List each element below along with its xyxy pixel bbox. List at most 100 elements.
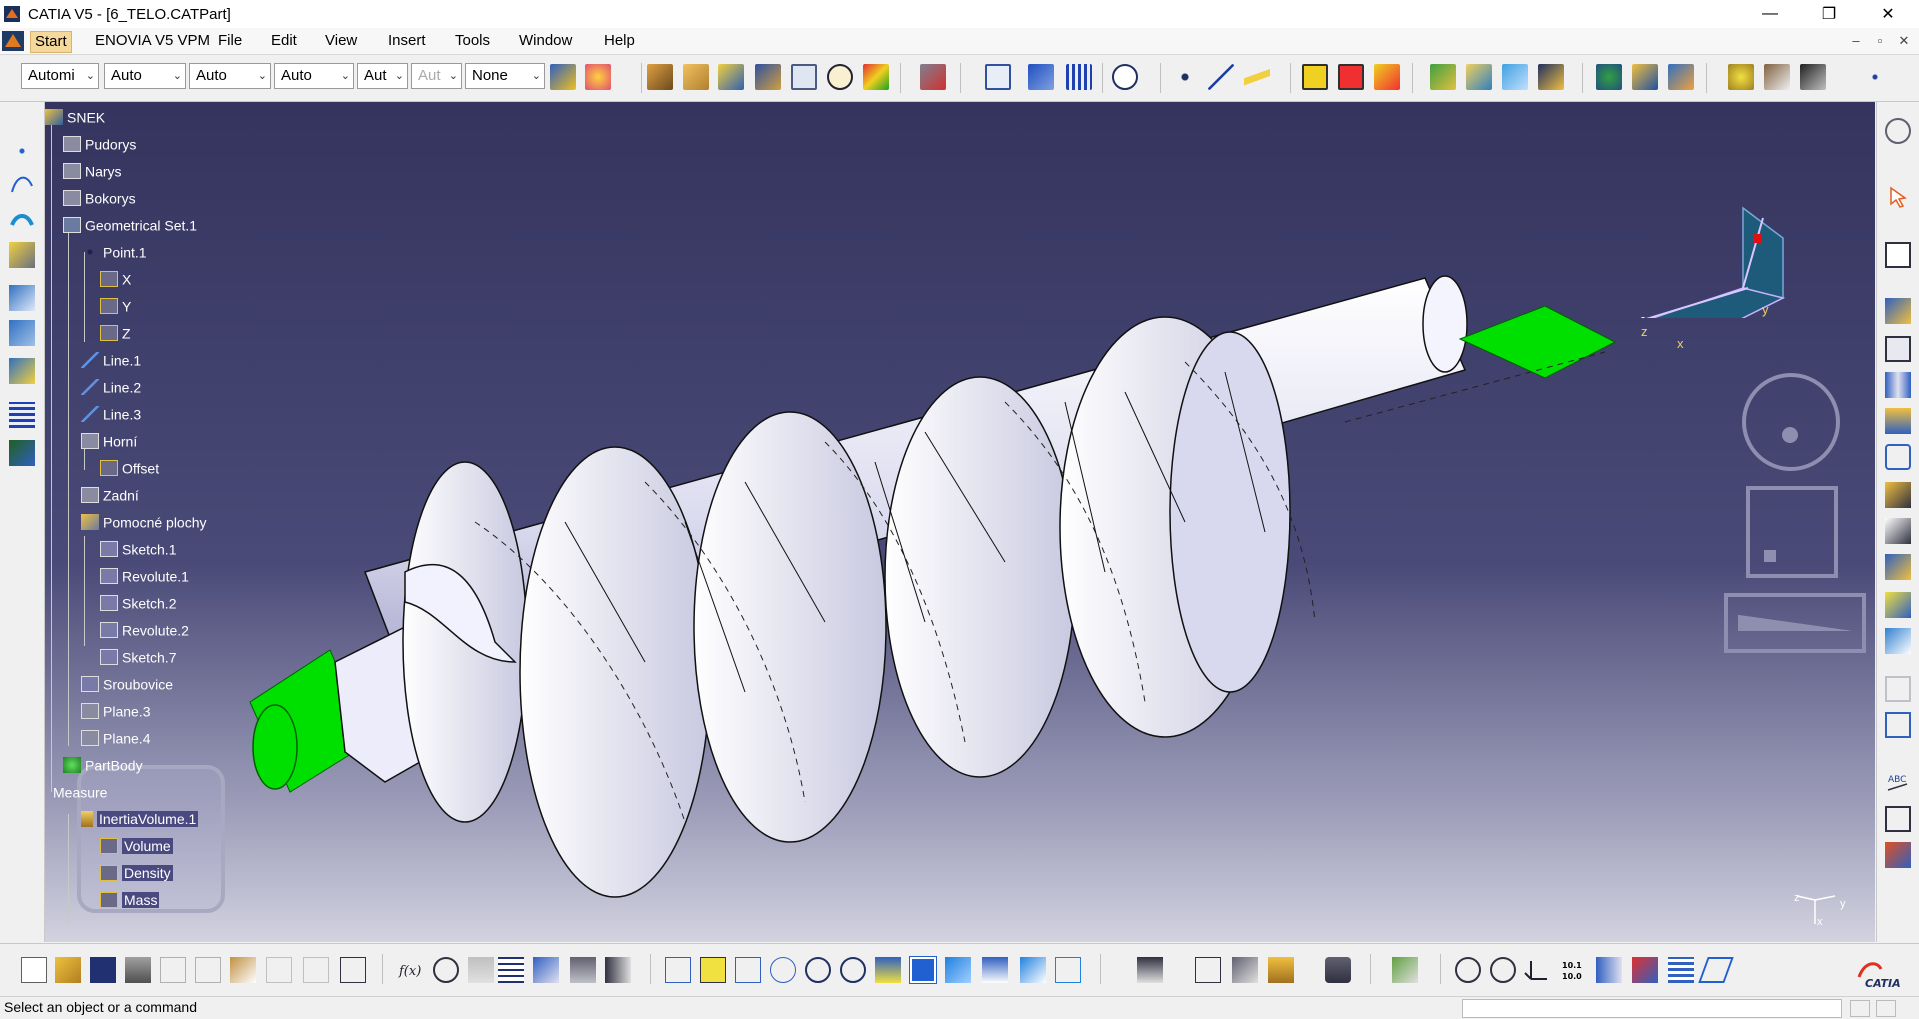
tree-node-y[interactable]: Y xyxy=(100,295,131,315)
shading-mode-icon[interactable] xyxy=(982,957,1008,983)
toolbar-overflow-icon[interactable] xyxy=(1862,64,1888,90)
tree-node-plane-3[interactable]: Plane.3 xyxy=(81,700,150,720)
tree-node-density[interactable]: Density xyxy=(100,862,173,882)
point-icon[interactable] xyxy=(1172,64,1198,90)
tree-node-line-1[interactable]: Line.1 xyxy=(81,349,141,369)
tree-node-horni[interactable]: Horní xyxy=(81,430,137,450)
isometric-view-icon[interactable] xyxy=(945,957,971,983)
stack-icon[interactable] xyxy=(1668,957,1694,983)
tree-node-offset[interactable]: Offset xyxy=(100,457,159,477)
tree-node-zadni[interactable]: Zadní xyxy=(81,484,139,504)
restore-button[interactable]: ❐ xyxy=(1806,0,1852,28)
menu-edit[interactable]: Edit xyxy=(267,31,301,51)
swap-visible-space-icon[interactable] xyxy=(1055,957,1081,983)
tree-node-sketch-2[interactable]: Sketch.2 xyxy=(100,592,176,612)
3d-viewport[interactable]: z y x z y x SNEK Pudorys Narys Bokorys G… xyxy=(45,102,1875,942)
design-table-icon[interactable] xyxy=(1668,64,1694,90)
print-icon[interactable] xyxy=(125,957,151,983)
lock-icon[interactable] xyxy=(570,957,596,983)
knowledge-formula-icon[interactable] xyxy=(1596,64,1622,90)
grid-icon[interactable] xyxy=(1066,64,1092,90)
normal-view-icon[interactable] xyxy=(875,957,901,983)
sketch-point-icon[interactable] xyxy=(9,138,35,164)
hole-feature-icon[interactable] xyxy=(9,285,35,311)
tree-node-plane-4[interactable]: Plane.4 xyxy=(81,727,150,747)
color-combo[interactable]: Automi ⌄ xyxy=(21,63,99,89)
list-icon[interactable] xyxy=(605,957,631,983)
menu-enovia[interactable]: ENOVIA V5 VPM xyxy=(91,31,214,51)
zoom-in-icon[interactable] xyxy=(805,957,831,983)
parameter-lock-icon[interactable] xyxy=(468,957,494,983)
grid-snap-icon[interactable] xyxy=(9,402,35,428)
select-arrow-icon[interactable] xyxy=(1885,184,1911,210)
status-button-1[interactable] xyxy=(1850,1000,1870,1017)
paste-icon[interactable] xyxy=(230,957,256,983)
hole-icon[interactable] xyxy=(791,64,817,90)
tree-node-sketch-1[interactable]: Sketch.1 xyxy=(100,538,176,558)
capture-icon[interactable] xyxy=(1325,957,1351,983)
sketch-edit-icon[interactable] xyxy=(1885,242,1911,268)
catia-document-icon[interactable] xyxy=(2,31,24,51)
cylinder-icon[interactable] xyxy=(1596,957,1622,983)
tree-node-line-2[interactable]: Line.2 xyxy=(81,376,141,396)
point-constructor-icon[interactable] xyxy=(827,64,853,90)
undo-icon[interactable] xyxy=(266,957,292,983)
tree-node-point-1[interactable]: Point.1 xyxy=(81,241,147,261)
fit-all-icon[interactable] xyxy=(1112,64,1138,90)
tree-node-volume[interactable]: Volume xyxy=(100,835,173,855)
tree-node-inertiavolume-1[interactable]: InertiaVolume.1 xyxy=(81,808,199,828)
line-thickness-combo[interactable]: Auto ⌄ xyxy=(189,63,271,89)
pan-navigation-icon[interactable] xyxy=(1724,593,1866,653)
tree-expansion-icon[interactable] xyxy=(1538,64,1564,90)
measure-item-icon[interactable] xyxy=(1232,957,1258,983)
dimension-icon[interactable] xyxy=(1885,842,1911,868)
apply-material-icon[interactable] xyxy=(1800,64,1826,90)
measure-inertia-bottom-icon[interactable] xyxy=(1268,957,1294,983)
compass-icon[interactable] xyxy=(1593,168,1803,318)
flag-note-icon[interactable] xyxy=(1885,806,1911,832)
geometrical-set-insert-icon[interactable] xyxy=(1466,64,1492,90)
insert-body-icon[interactable] xyxy=(1430,64,1456,90)
graphic-properties-icon[interactable] xyxy=(585,64,611,90)
cut-icon[interactable] xyxy=(160,957,186,983)
formula-icon[interactable]: f(x) xyxy=(398,957,424,983)
plane-icon[interactable] xyxy=(1244,64,1270,90)
menu-insert[interactable]: Insert xyxy=(384,31,430,51)
pocket-icon[interactable] xyxy=(683,64,709,90)
tree-node-pomocne-plochy[interactable]: Pomocné plochy xyxy=(81,511,207,531)
hide-show-icon[interactable] xyxy=(1020,957,1046,983)
axis-system-icon[interactable] xyxy=(1523,957,1549,983)
multi-view-icon[interactable] xyxy=(909,956,937,984)
menu-help[interactable]: Help xyxy=(600,31,639,51)
update-all-icon[interactable] xyxy=(1137,957,1163,983)
zoom-navigation-icon[interactable] xyxy=(1746,486,1838,578)
tree-node-sketch-7[interactable]: Sketch.7 xyxy=(100,646,176,666)
hole-feature-right-icon[interactable] xyxy=(1885,444,1911,470)
eraser-icon[interactable] xyxy=(9,242,35,268)
swept-surface-icon[interactable] xyxy=(1455,957,1481,983)
whats-this-help-icon[interactable] xyxy=(340,957,366,983)
tree-node-snek[interactable]: SNEK xyxy=(45,106,105,126)
positioned-sketch-icon[interactable] xyxy=(1374,64,1400,90)
pad-icon[interactable] xyxy=(647,64,673,90)
rib-feature-icon[interactable] xyxy=(1885,482,1911,508)
exit-workbench-icon[interactable] xyxy=(1338,64,1364,90)
tolerance-icon[interactable]: 10.1 10.0 xyxy=(1560,957,1586,983)
design-table-icon[interactable] xyxy=(498,957,524,983)
fly-mode-icon[interactable] xyxy=(665,957,691,983)
copy-icon[interactable] xyxy=(195,957,221,983)
multi-sections-solid-icon[interactable] xyxy=(1885,592,1911,618)
catalog-icon[interactable] xyxy=(1392,957,1418,983)
open-file-icon[interactable] xyxy=(55,957,81,983)
menu-view[interactable]: View xyxy=(321,31,361,51)
layer-combo[interactable]: None ⌄ xyxy=(465,63,545,89)
rotate-icon[interactable] xyxy=(770,957,796,983)
tree-node-narys[interactable]: Narys xyxy=(63,160,122,180)
tree-node-sroubovice[interactable]: Sroubovice xyxy=(81,673,173,693)
render-material-icon[interactable] xyxy=(1764,64,1790,90)
zoom-out-icon[interactable] xyxy=(840,957,866,983)
measure-between-icon[interactable] xyxy=(1028,64,1054,90)
plane-tool-icon[interactable] xyxy=(1698,957,1734,983)
tree-node-bokorys[interactable]: Bokorys xyxy=(63,187,136,207)
rotate-navigation-icon[interactable] xyxy=(1742,373,1840,471)
